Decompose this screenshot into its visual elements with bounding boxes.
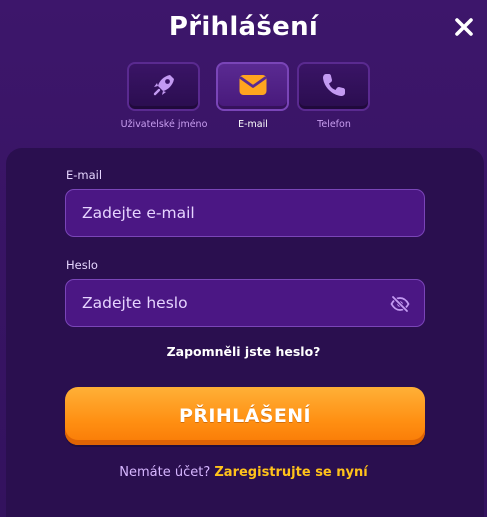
email-placeholder: Zadejte e-mail (82, 204, 195, 222)
login-modal: Přihlášení Uživatelské jméno E-mail Tele… (0, 0, 487, 517)
modal-title: Přihlášení (168, 12, 319, 42)
eye-slash-icon[interactable] (390, 294, 410, 314)
login-method-tabs: Uživatelské jméno E-mail Telefon (0, 62, 487, 132)
email-label: E-mail (66, 168, 103, 182)
password-label: Heslo (66, 258, 98, 272)
close-icon[interactable] (453, 16, 475, 38)
login-button[interactable]: PŘIHLÁŠENÍ (65, 387, 425, 445)
forgot-password-link[interactable]: Zapomněli jste heslo? (0, 344, 487, 359)
rocket-icon (150, 71, 178, 103)
phone-icon (320, 71, 348, 103)
signup-link[interactable]: Zaregistrujte se nyní (214, 465, 367, 480)
signup-prompt-text: Nemáte účet? (119, 465, 211, 480)
password-field[interactable]: Zadejte heslo (65, 279, 425, 327)
envelope-icon (238, 73, 268, 101)
signup-prompt: Nemáte účet? Zaregistrujte se nyní (0, 465, 487, 480)
tab-phone[interactable]: Telefon (279, 62, 389, 132)
tab-username-box[interactable] (127, 62, 200, 111)
email-field[interactable]: Zadejte e-mail (65, 189, 425, 237)
tab-phone-box[interactable] (297, 62, 370, 111)
password-placeholder: Zadejte heslo (82, 294, 188, 312)
tab-phone-label: Telefon (317, 119, 351, 130)
